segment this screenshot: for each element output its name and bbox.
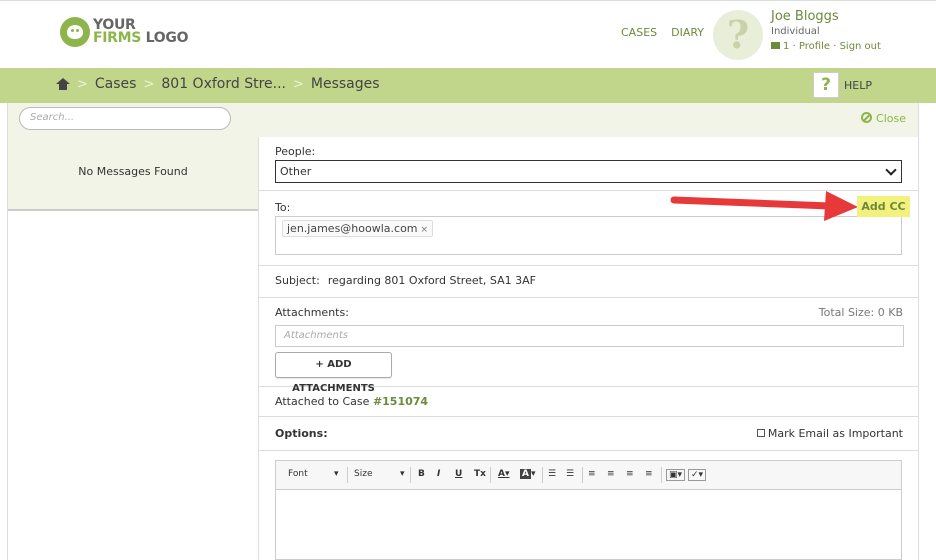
user-avatar[interactable]: ?: [713, 10, 763, 60]
user-name[interactable]: Joe Bloggs: [771, 9, 881, 24]
toolbar-row: Search... Close: [7, 103, 919, 137]
signout-link[interactable]: Sign out: [840, 41, 881, 52]
clear-format-button[interactable]: Tx: [474, 469, 486, 479]
options-label: Options:: [275, 427, 328, 440]
search-input[interactable]: Search...: [19, 107, 231, 130]
align-center-icon[interactable]: ≡: [607, 469, 615, 479]
message-count[interactable]: 1: [783, 41, 789, 52]
logo-firms: FIRMS: [93, 30, 142, 46]
firm-logo[interactable]: YOUR FIRMS LOGO: [60, 17, 188, 47]
help-label[interactable]: HELP: [844, 79, 872, 92]
attachments-row: Attachments: Total Size: 0 KB Attachment…: [259, 298, 919, 394]
options-row: Options: Mark Email as Important: [259, 417, 919, 451]
close-button[interactable]: Close: [861, 112, 906, 125]
italic-button[interactable]: I: [437, 469, 440, 479]
bullet-list-icon[interactable]: ☰: [566, 469, 574, 479]
to-label: To:: [275, 201, 291, 214]
recipient-email: jen.james@hoowla.com: [287, 222, 418, 235]
user-links: 1 · Profile · Sign out: [771, 39, 881, 54]
paste-icon[interactable]: ▣▾: [666, 469, 686, 481]
attached-case: Attached to Case #151074: [275, 395, 428, 408]
important-label: Mark Email as Important: [767, 427, 903, 440]
text-color-icon[interactable]: A▾: [498, 469, 509, 479]
remove-recipient-icon[interactable]: ×: [421, 225, 429, 235]
total-size: Total Size: 0 KB: [818, 306, 903, 319]
bold-button[interactable]: B: [418, 469, 425, 479]
user-role: Individual: [771, 26, 820, 37]
dropdown-caret-icon[interactable]: ▾: [400, 469, 405, 479]
add-attachments-button[interactable]: + ADD ATTACHMENTS: [275, 352, 392, 394]
background-color-icon[interactable]: A: [520, 469, 531, 479]
breadcrumb-separator: >: [143, 76, 155, 92]
app-header: YOUR FIRMS LOGO CASES DIARY ? Joe Bloggs…: [0, 0, 936, 68]
top-navigation: CASES DIARY: [621, 26, 704, 39]
justify-icon[interactable]: ≡: [645, 469, 653, 479]
people-label: People:: [275, 145, 316, 158]
message-list-panel: No Messages Found: [7, 137, 259, 560]
breadcrumb: > Cases > 801 Oxford Stre... > Messages: [56, 76, 380, 92]
case-number-link[interactable]: #151074: [373, 395, 428, 408]
home-icon[interactable]: [56, 78, 70, 90]
subject[interactable]: Subject: regarding 801 Oxford Street, SA1…: [275, 274, 536, 287]
breadcrumb-current: Messages: [310, 76, 380, 92]
nav-cases-link[interactable]: CASES: [621, 26, 657, 39]
empty-messages-text: No Messages Found: [8, 137, 258, 211]
subject-value[interactable]: regarding 801 Oxford Street, SA1 3AF: [328, 274, 536, 287]
breadcrumb-case-address[interactable]: 801 Oxford Stre...: [161, 76, 286, 92]
user-info: Joe Bloggs Individual 1 · Profile · Sign…: [771, 9, 881, 54]
checkbox-icon[interactable]: [756, 429, 765, 437]
chevron-down-icon: [885, 164, 897, 176]
attached-case-label: Attached to Case: [275, 395, 370, 408]
breadcrumb-separator: >: [77, 76, 88, 92]
editor-toolbar: Font ▾ Size ▾ B I U Tx A▾ A ▾ ☰ ☰ ≡ ≡ ≡ …: [276, 461, 901, 490]
dropdown-caret-icon[interactable]: ▾: [531, 469, 536, 479]
add-cc-button[interactable]: Add CC: [857, 196, 910, 217]
subject-label: Subject:: [275, 274, 320, 287]
breadcrumb-separator: >: [292, 76, 304, 92]
people-select[interactable]: Other: [275, 160, 902, 183]
close-circle-icon: [861, 112, 873, 123]
envelope-icon[interactable]: [771, 42, 780, 49]
spellcheck-icon[interactable]: ✓▾: [688, 469, 707, 481]
subject-row: Subject: regarding 801 Oxford Street, SA1…: [259, 266, 919, 298]
align-left-icon[interactable]: ≡: [588, 469, 596, 479]
align-right-icon[interactable]: ≡: [626, 469, 634, 479]
annotation-arrow-icon: [670, 191, 858, 221]
close-label: Close: [876, 112, 906, 125]
numbered-list-icon[interactable]: ☰: [548, 469, 556, 479]
help-icon[interactable]: ?: [813, 72, 839, 98]
attachments-input[interactable]: Attachments: [275, 325, 904, 347]
logo-word: LOGO: [145, 30, 189, 46]
important-checkbox[interactable]: Mark Email as Important: [756, 427, 903, 440]
logo-mascot-icon: [60, 17, 90, 47]
logo-text: YOUR FIRMS LOGO: [93, 18, 189, 46]
size-select[interactable]: Size: [354, 469, 372, 479]
dropdown-caret-icon[interactable]: ▾: [334, 469, 339, 479]
attachments-label: Attachments:: [275, 306, 349, 319]
font-select[interactable]: Font: [288, 469, 308, 479]
nav-diary-link[interactable]: DIARY: [671, 26, 704, 39]
profile-link[interactable]: · Profile ·: [793, 41, 837, 52]
breadcrumb-cases[interactable]: Cases: [95, 76, 137, 92]
recipient-tag[interactable]: jen.james@hoowla.com ×: [282, 220, 434, 237]
logo-line-2: FIRMS LOGO: [93, 30, 189, 46]
rich-text-editor[interactable]: Font ▾ Size ▾ B I U Tx A▾ A ▾ ☰ ☰ ≡ ≡ ≡ …: [275, 460, 902, 560]
breadcrumb-bar: > Cases > 801 Oxford Stre... > Messages: [0, 68, 936, 103]
case-row: Attached to Case #151074: [259, 387, 919, 417]
people-selected: Other: [280, 165, 312, 178]
underline-button[interactable]: U: [455, 469, 462, 479]
